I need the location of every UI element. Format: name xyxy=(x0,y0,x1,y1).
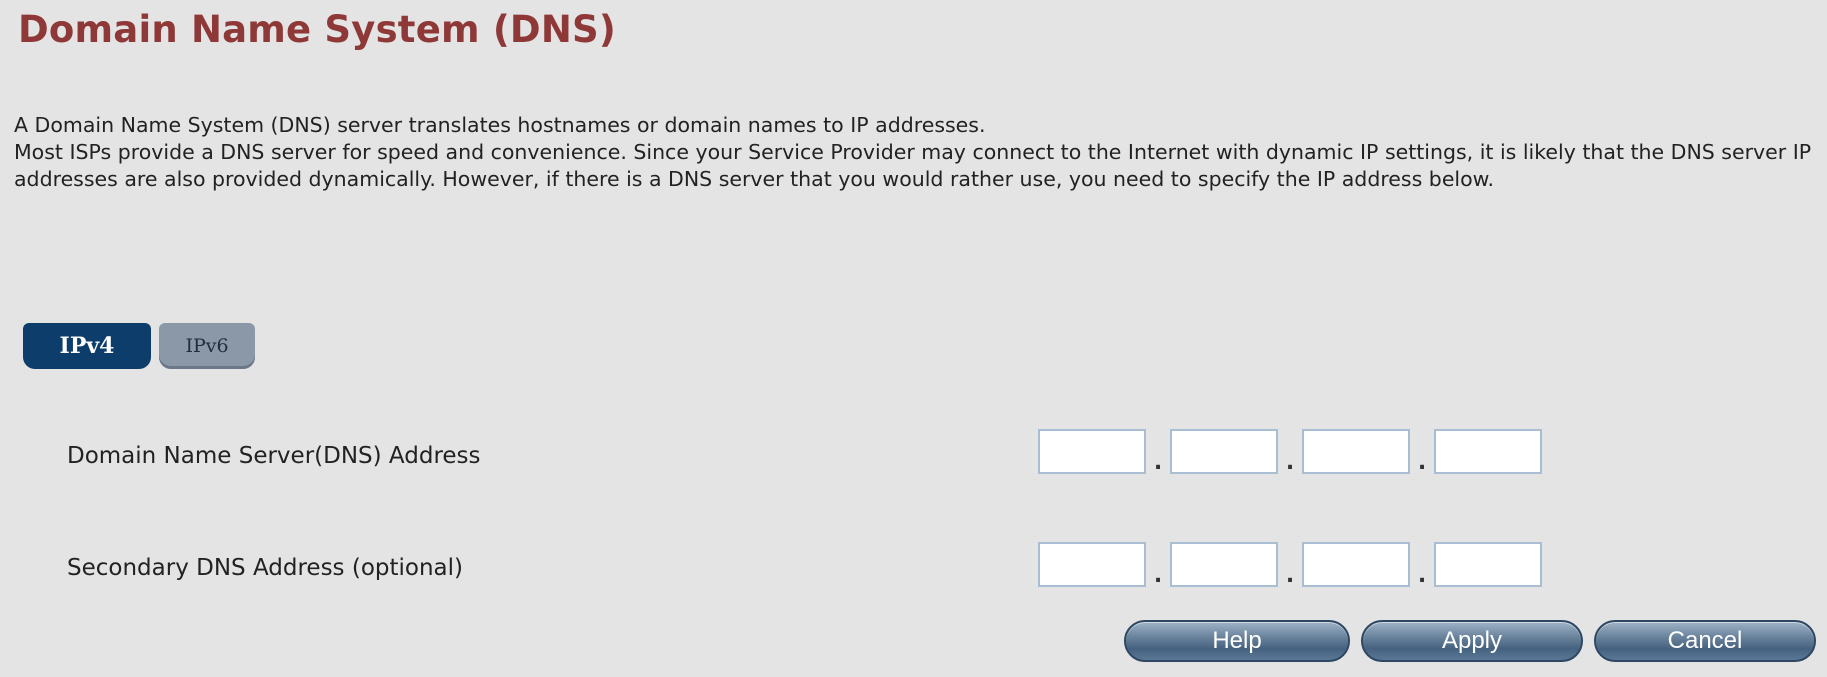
tab-ipv6[interactable]: IPv6 xyxy=(159,323,255,369)
primary-dns-octet-2[interactable] xyxy=(1170,429,1278,474)
primary-dns-octet-4[interactable] xyxy=(1434,429,1542,474)
secondary-dns-address-group: . . . xyxy=(1038,542,1542,587)
description-line-2: Most ISPs provide a DNS server for speed… xyxy=(14,140,1812,191)
octet-separator: . xyxy=(1285,563,1295,588)
octet-separator: . xyxy=(1285,450,1295,475)
octet-separator: . xyxy=(1417,563,1427,588)
octet-separator: . xyxy=(1153,450,1163,475)
secondary-dns-octet-1[interactable] xyxy=(1038,542,1146,587)
help-button[interactable]: Help xyxy=(1124,620,1350,662)
primary-dns-octet-3[interactable] xyxy=(1302,429,1410,474)
description-line-1: A Domain Name System (DNS) server transl… xyxy=(14,113,986,137)
secondary-dns-octet-3[interactable] xyxy=(1302,542,1410,587)
page-title: Domain Name System (DNS) xyxy=(18,8,616,51)
apply-button[interactable]: Apply xyxy=(1361,620,1583,662)
cancel-button[interactable]: Cancel xyxy=(1594,620,1816,662)
secondary-dns-label: Secondary DNS Address (optional) xyxy=(67,555,464,581)
secondary-dns-octet-4[interactable] xyxy=(1434,542,1542,587)
primary-dns-address-group: . . . xyxy=(1038,429,1542,474)
primary-dns-label: Domain Name Server(DNS) Address xyxy=(67,443,481,469)
page-description: A Domain Name System (DNS) server transl… xyxy=(14,112,1814,193)
tab-ipv4[interactable]: IPv4 xyxy=(23,323,151,369)
octet-separator: . xyxy=(1417,450,1427,475)
secondary-dns-octet-2[interactable] xyxy=(1170,542,1278,587)
primary-dns-octet-1[interactable] xyxy=(1038,429,1146,474)
octet-separator: . xyxy=(1153,563,1163,588)
